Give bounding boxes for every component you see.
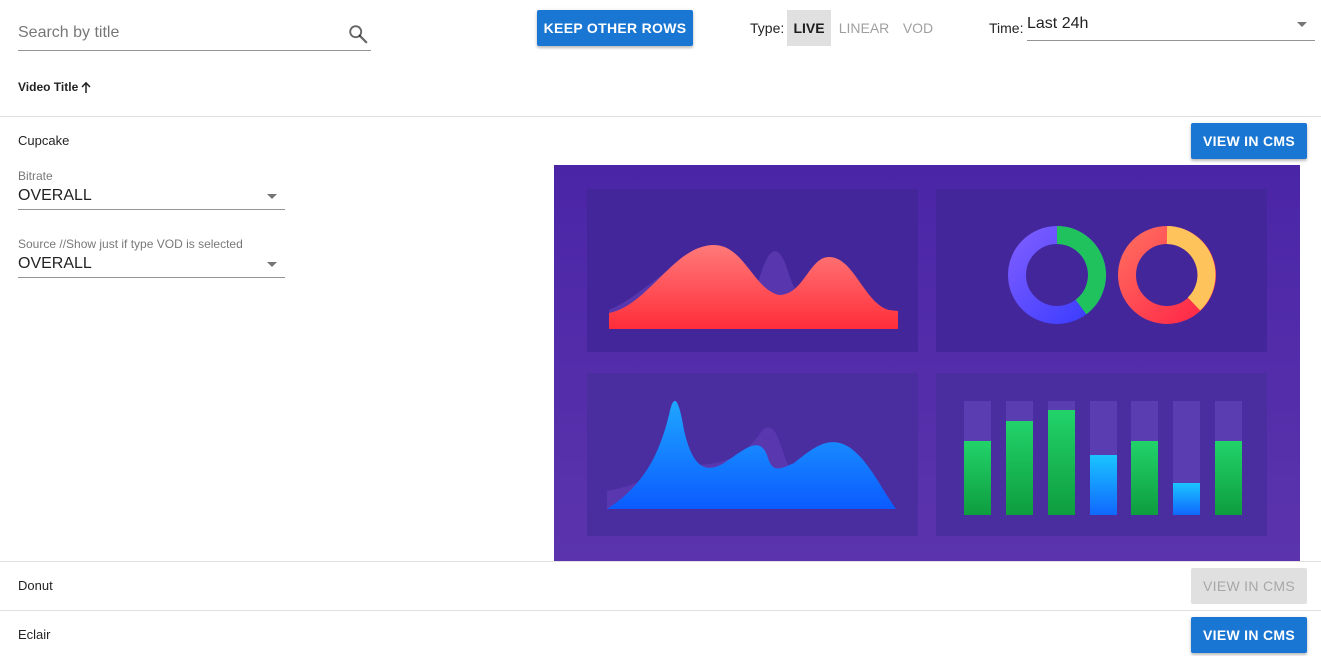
dashboard-illustration (554, 165, 1300, 561)
time-select-value: Last 24h (1027, 15, 1089, 32)
caret-down-icon (1297, 22, 1307, 27)
source-select[interactable]: Source //Show just if type VOD is select… (18, 237, 285, 278)
search-icon[interactable] (347, 23, 369, 45)
type-toggle-vod[interactable]: VOD (899, 10, 937, 46)
search-input[interactable]: Search by title (18, 14, 371, 51)
source-value: OVERALL (18, 255, 92, 272)
column-header-video-title[interactable]: Video Title (18, 80, 92, 94)
row-divider (0, 610, 1321, 611)
view-in-cms-button-disabled[interactable]: VIEW IN CMS (1191, 568, 1307, 604)
type-label: Type: (750, 20, 785, 36)
source-label: Source //Show just if type VOD is select… (18, 237, 243, 251)
row-title-eclair: Eclair (18, 627, 51, 642)
time-select[interactable]: Last 24h (1027, 8, 1315, 41)
caret-down-icon (267, 194, 277, 199)
caret-down-icon (267, 262, 277, 267)
view-in-cms-button[interactable]: VIEW IN CMS (1191, 617, 1307, 653)
bitrate-value: OVERALL (18, 187, 92, 204)
search-placeholder: Search by title (18, 24, 120, 41)
arrow-up-icon (81, 81, 91, 93)
bitrate-label: Bitrate (18, 169, 53, 183)
keep-other-rows-button[interactable]: KEEP OTHER ROWS (537, 10, 693, 46)
header-divider (0, 116, 1321, 117)
row-divider (0, 561, 1321, 562)
time-label: Time: (989, 20, 1024, 36)
column-header-label: Video Title (18, 80, 79, 94)
type-toggle-live[interactable]: LIVE (787, 10, 831, 46)
view-in-cms-button[interactable]: VIEW IN CMS (1191, 123, 1307, 159)
row-title-donut: Donut (18, 578, 53, 593)
row-title-cupcake: Cupcake (18, 133, 70, 148)
type-toggle-linear[interactable]: LINEAR (837, 10, 891, 46)
bitrate-select[interactable]: Bitrate OVERALL (18, 169, 285, 210)
